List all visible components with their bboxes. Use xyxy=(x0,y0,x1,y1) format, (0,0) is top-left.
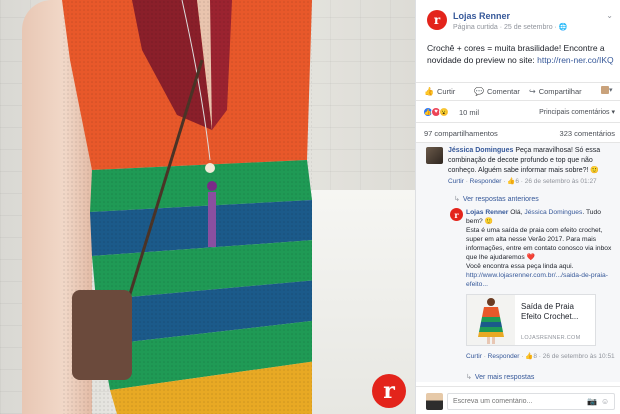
reply-date[interactable]: 26 de setembro às 10:51 xyxy=(543,353,615,360)
globe-icon: 🌐 xyxy=(558,24,568,31)
view-more-replies-link[interactable]: ↳ Ver mais respostas xyxy=(466,373,534,381)
reply-arrow-icon: ↳ xyxy=(454,196,460,203)
comment-button[interactable]: 💬 Comentar xyxy=(474,87,520,96)
share-label: Compartilhar xyxy=(538,87,582,96)
shares-count[interactable]: 97 compartilhamentos xyxy=(424,129,498,138)
comment-like-link[interactable]: Curtir xyxy=(448,178,464,185)
chevron-down-icon[interactable]: ⌄ xyxy=(606,11,613,20)
reply-first-line: Lojas Renner Olá, Jéssica Domingues. Tud… xyxy=(466,208,616,226)
wow-reaction-icon: 😮 xyxy=(439,107,449,117)
share-arrow-icon: ↪ xyxy=(529,87,536,96)
reply-meta: Curtir · Responder · 👍8 · 26 de setembro… xyxy=(466,353,615,360)
viewer-avatar xyxy=(601,86,609,95)
photo-brand-logo: r xyxy=(372,374,406,408)
speech-bubble-icon: 💬 xyxy=(474,87,484,96)
reaction-count[interactable]: 10 mil xyxy=(459,108,479,117)
view-more-replies-label: Ver mais respostas xyxy=(474,374,535,381)
reply-like-link[interactable]: Curtir xyxy=(466,353,482,360)
link-preview-thumbnail xyxy=(467,295,515,345)
comment: Jéssica Domingues Peça maravilhosa! Só e… xyxy=(448,146,616,176)
like-button[interactable]: 👍 Curtir xyxy=(424,87,455,96)
comment-composer: 📷 ☺ xyxy=(416,386,620,414)
post-text: Crochê + cores = muita brasilidade! Enco… xyxy=(427,42,615,66)
comment-reaction-count[interactable]: 6 xyxy=(515,178,519,185)
post-as-selector[interactable]: ▾ xyxy=(601,86,615,97)
post-header: r Lojas Renner Página curtida · 25 de se… xyxy=(416,0,620,38)
reply-line3: Você encontra essa peça linda aqui. xyxy=(466,263,574,270)
reply-reply-link[interactable]: Responder xyxy=(488,353,520,360)
page-avatar[interactable]: r xyxy=(427,10,447,30)
link-preview-title: Saída de Praia Efeito Crochet... xyxy=(521,302,579,321)
comment-label: Comentar xyxy=(486,87,520,96)
page-name-link[interactable]: Lojas Renner xyxy=(453,11,510,21)
comment-sort-dropdown[interactable]: Principais comentários ▾ xyxy=(539,108,615,116)
like-label: Curtir xyxy=(436,87,456,96)
sticker-icon[interactable]: ☺ xyxy=(601,397,609,406)
post-link[interactable]: http://ren-ner.co/IKQ xyxy=(537,55,614,65)
camera-icon[interactable]: 📷 xyxy=(587,397,597,406)
reply-link[interactable]: http://www.lojasrenner.com.br/.../saida-… xyxy=(466,271,616,289)
link-preview-card[interactable]: Saída de Praia Efeito Crochet... LOJASRE… xyxy=(466,294,596,346)
view-previous-replies-label: Ver respostas anteriores xyxy=(462,196,539,203)
post-actions: 👍 Curtir 💬 Comentar ↪ Compartilhar ▾ xyxy=(416,82,620,100)
reply-avatar[interactable]: r xyxy=(450,208,463,221)
post-photo[interactable]: r xyxy=(0,0,415,414)
post-meta-text: Página curtida · 25 de setembro · xyxy=(453,24,559,31)
post-meta: Página curtida · 25 de setembro · 🌐 xyxy=(453,23,568,31)
reply-line2: Esta é uma saída de praia com efeito cro… xyxy=(466,227,612,261)
thumbs-up-icon: 👍 xyxy=(424,87,434,96)
link-preview-domain: LOJASRENNER.COM xyxy=(521,335,581,341)
reply-mention[interactable]: Jéssica Domingues xyxy=(524,209,582,216)
view-previous-replies-link[interactable]: ↳ Ver respostas anteriores xyxy=(454,195,539,203)
comment-avatar[interactable] xyxy=(426,147,443,164)
reaction-icons[interactable]: 👍 ♥ 😮 xyxy=(423,107,449,117)
comment-meta: Curtir · Responder · 👍6 · 26 de setembro… xyxy=(448,178,597,185)
post-side-panel: r Lojas Renner Página curtida · 25 de se… xyxy=(415,0,620,414)
reactions-bar: 👍 ♥ 😮 10 mil Principais comentários ▾ xyxy=(416,100,620,122)
comment-date[interactable]: 26 de setembro às 01:27 xyxy=(525,178,597,185)
comment-reply-link[interactable]: Responder xyxy=(470,178,502,185)
share-button[interactable]: ↪ Compartilhar xyxy=(529,87,582,96)
reply: Lojas Renner Olá, Jéssica Domingues. Tud… xyxy=(466,208,616,289)
comments-section: Jéssica Domingues Peça maravilhosa! Só e… xyxy=(416,142,620,382)
reply-arrow-icon: ↳ xyxy=(466,374,472,381)
post-stats: 97 compartilhamentos 323 comentários xyxy=(416,122,620,142)
my-avatar xyxy=(426,393,443,410)
caret-down-icon: ▾ xyxy=(609,87,613,94)
photo-crochet-dress xyxy=(62,0,312,414)
reply-reaction-count[interactable]: 8 xyxy=(533,353,537,360)
comment-author[interactable]: Jéssica Domingues xyxy=(448,147,513,154)
comments-count[interactable]: 323 comentários xyxy=(560,129,615,138)
reply-author[interactable]: Lojas Renner xyxy=(466,209,508,216)
reply-greeting: Olá, xyxy=(508,209,525,216)
